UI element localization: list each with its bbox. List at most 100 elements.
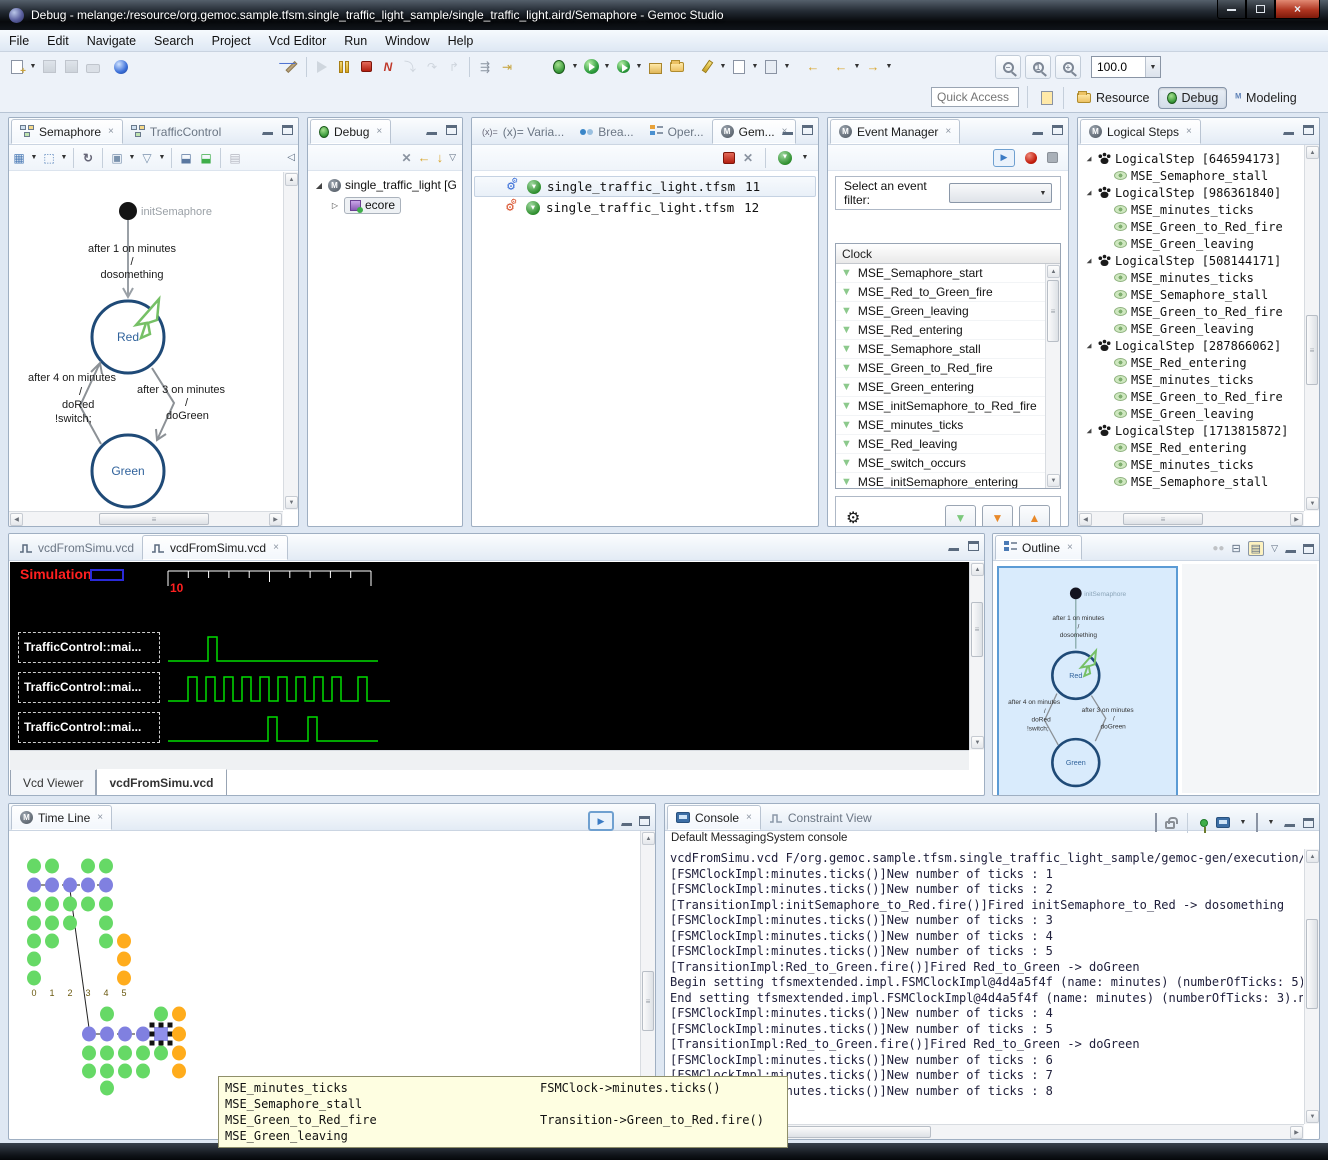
clock-scrollbar[interactable]: ▲ ≡ ▼ <box>1045 264 1060 488</box>
save-icon[interactable] <box>38 55 60 78</box>
external-tools-dropdown[interactable]: ▼ <box>634 55 644 78</box>
outline-overview-icon[interactable]: ▤ <box>1248 541 1264 556</box>
expander-icon[interactable]: ◢ <box>1084 188 1094 197</box>
scrollbar-thumb[interactable]: ≡ <box>1123 513 1203 525</box>
close-icon[interactable]: × <box>746 812 752 823</box>
diagram-vertical-scrollbar[interactable]: ▲ ▼ <box>283 172 298 510</box>
paste-format-icon[interactable]: ▤ <box>225 151 245 165</box>
clock-row[interactable]: ▼MSE_Semaphore_start <box>836 264 1060 283</box>
mse-event-row[interactable]: MSE_Green_leaving <box>1078 235 1304 252</box>
logical-step-row[interactable]: ◢LogicalStep [508144171] <box>1078 252 1304 269</box>
timeline-step-dot[interactable] <box>45 916 59 931</box>
logical-steps-hscrollbar[interactable]: ◀ ▶ ≡ <box>1078 511 1304 526</box>
close-icon[interactable]: × <box>376 126 382 137</box>
minimize-view-icon[interactable] <box>1283 126 1294 135</box>
menu-help[interactable]: Help <box>439 31 483 51</box>
timeline-step-dot[interactable] <box>118 1046 132 1061</box>
expander-icon[interactable]: ◢ <box>1084 154 1094 163</box>
scroll-down-icon[interactable]: ▼ <box>1306 1110 1319 1123</box>
timeline-step-dot[interactable] <box>172 1046 186 1061</box>
web-browser-icon[interactable] <box>110 55 132 78</box>
expander-icon[interactable]: ◢ <box>314 181 324 190</box>
timeline-step-dot[interactable] <box>27 971 41 986</box>
clock-row[interactable]: ▼MSE_Red_leaving <box>836 435 1060 454</box>
step-over-icon[interactable]: ↷ <box>421 55 443 78</box>
timeline-step-dot[interactable] <box>63 897 77 912</box>
open-console-dropdown[interactable]: ▼ <box>1266 811 1276 834</box>
copy-layout-icon[interactable]: ▣ <box>107 151 127 165</box>
logical-steps-vscrollbar[interactable]: ▲ ≡ ▼ <box>1304 145 1319 511</box>
selection-mode-icon[interactable]: ⬚ <box>39 151 59 165</box>
minimize-view-icon[interactable] <box>948 542 959 551</box>
tab-console[interactable]: Console× <box>667 805 761 830</box>
timeline-step-dot[interactable] <box>99 878 113 893</box>
zoom-reset-icon[interactable]: 1 <box>1025 55 1051 79</box>
menu-navigate[interactable]: Navigate <box>78 31 145 51</box>
transition-red-to-green[interactable] <box>152 368 174 438</box>
signal-waveform[interactable] <box>168 717 378 741</box>
mse-event-row[interactable]: MSE_Green_leaving <box>1078 405 1304 422</box>
chevron-down-icon[interactable]: ▼ <box>1035 184 1051 202</box>
transition3-action[interactable]: doGreen <box>166 410 209 422</box>
view-menu-icon[interactable]: ▽ <box>1271 543 1278 554</box>
engine-row[interactable]: ⚙⚙▼single_traffic_light.tfsm12 <box>474 197 816 218</box>
state-red-label[interactable]: Red <box>117 330 139 344</box>
mark-occurrences-icon[interactable] <box>280 55 302 78</box>
search-dropdown[interactable]: ▼ <box>718 55 728 78</box>
perspective-resource-button[interactable]: Resource <box>1069 88 1158 108</box>
timeline-step-dot[interactable] <box>81 878 95 893</box>
timeline-step-dot[interactable] <box>99 916 113 931</box>
clock-row[interactable]: ▼MSE_Green_entering <box>836 378 1060 397</box>
record-icon[interactable] <box>1025 152 1037 164</box>
signal-label[interactable]: TrafficControl::mai... <box>18 672 160 703</box>
forward-icon[interactable]: → <box>862 55 884 78</box>
tab-vcd-2[interactable]: vcdFromSimu.vcd× <box>142 535 288 560</box>
open-perspective-icon[interactable] <box>1036 86 1058 109</box>
timeline-step-dot[interactable] <box>117 971 131 986</box>
resume-icon[interactable] <box>311 55 333 78</box>
event-filter-combo[interactable]: ▼ <box>949 183 1052 203</box>
maximize-view-icon[interactable] <box>968 541 979 551</box>
save-all-icon[interactable] <box>60 55 82 78</box>
show-next-icon[interactable]: ↓ <box>437 150 444 165</box>
timeline-selected-step[interactable] <box>154 1027 168 1041</box>
timeline-step-dot[interactable] <box>82 1027 96 1042</box>
signal-label[interactable]: TrafficControl::mai... <box>18 632 160 663</box>
outline-overview-box[interactable]: initSemaphore after 1 on minutes / dosom… <box>997 566 1178 796</box>
debug-tree-child[interactable]: ▷ ecore <box>308 195 462 215</box>
maximize-view-icon[interactable] <box>1052 125 1063 135</box>
mse-event-row[interactable]: MSE_Semaphore_stall <box>1078 286 1304 303</box>
scrollbar-thumb[interactable] <box>1306 919 1318 1009</box>
perspective-modeling-button[interactable]: ᴹ Modeling <box>1227 88 1304 108</box>
timeline-step-dot[interactable] <box>81 897 95 912</box>
run-launch-dropdown[interactable]: ▼ <box>602 55 612 78</box>
zoom-in-icon[interactable]: + <box>1055 55 1081 79</box>
signal-label[interactable]: TrafficControl::mai... <box>18 712 160 743</box>
logical-step-row[interactable]: ◢LogicalStep [1713815872] <box>1078 422 1304 439</box>
play-events-icon[interactable]: ▶ <box>993 149 1015 167</box>
maximize-window-button[interactable] <box>1246 0 1275 19</box>
maximize-view-icon[interactable] <box>1303 125 1314 135</box>
annotations-dropdown[interactable]: ▼ <box>782 55 792 78</box>
timeline-step-dot[interactable] <box>172 1007 186 1022</box>
state-green-label[interactable]: Green <box>111 464 144 478</box>
clock-row[interactable]: ▼MSE_Semaphore_stall <box>836 340 1060 359</box>
scroll-down-icon[interactable]: ▼ <box>971 736 984 749</box>
use-step-filters-icon[interactable]: ⇥ <box>496 55 518 78</box>
expander-icon[interactable]: ◢ <box>1084 426 1094 435</box>
scroll-left-icon[interactable]: ◀ <box>10 513 23 526</box>
timeline-step-dot[interactable] <box>136 1064 150 1079</box>
zoom-level-dropdown[interactable]: ▼ <box>1145 57 1160 77</box>
mse-event-row[interactable]: MSE_Red_entering <box>1078 354 1304 371</box>
timeline-step-dot[interactable] <box>45 859 59 874</box>
new-wizard-dropdown[interactable]: ▼ <box>28 55 38 78</box>
scroll-up-icon[interactable]: ▲ <box>1306 850 1319 863</box>
tab-logical-steps[interactable]: M Logical Steps× <box>1080 119 1201 144</box>
step-return-icon[interactable]: ↱ <box>443 55 465 78</box>
disconnect-icon[interactable]: N <box>377 55 399 78</box>
dispose-stopped-engines-icon[interactable]: ✕ <box>743 151 753 165</box>
timeline-step-dot[interactable] <box>27 916 41 931</box>
timeline-step-dot[interactable] <box>100 1007 114 1022</box>
scroll-lock-icon[interactable] <box>1165 821 1175 829</box>
maximize-view-icon[interactable] <box>1303 544 1314 554</box>
